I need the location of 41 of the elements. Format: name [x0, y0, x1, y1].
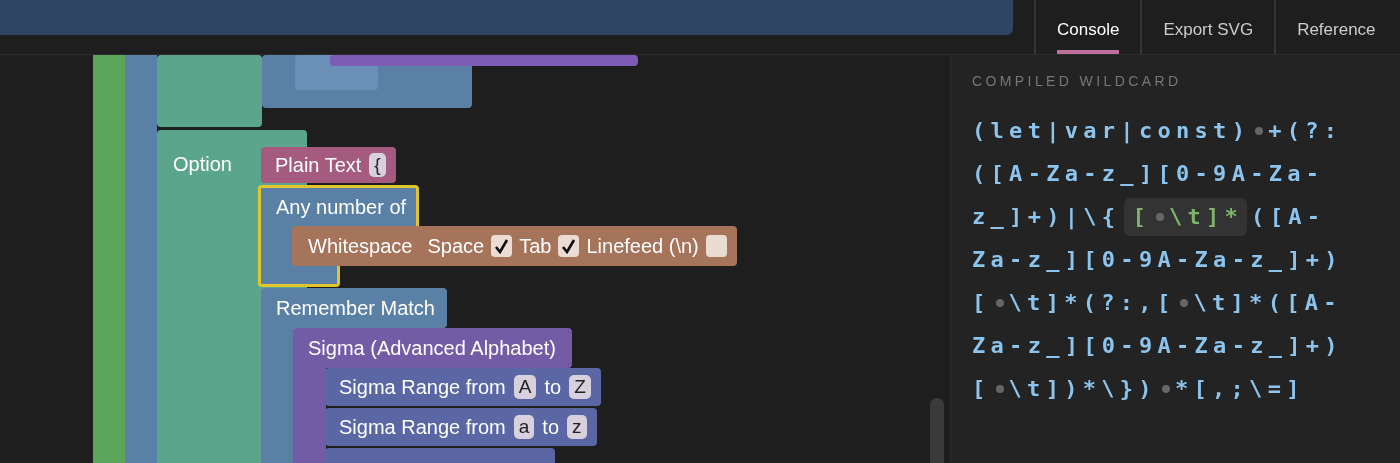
space-marker-icon — [1255, 126, 1264, 135]
space-marker-icon — [995, 298, 1004, 307]
option-label: Option — [172, 151, 232, 177]
text-field[interactable]: { — [369, 153, 386, 177]
code-text: *[,;\=] — [1174, 375, 1305, 403]
code-text: \t]*(?:,[ — [1008, 289, 1176, 317]
loop-block[interactable] — [93, 55, 125, 463]
panel-heading: COMPILED WILDCARD — [972, 73, 1183, 89]
code-text: z_]+)|\{ — [972, 203, 1121, 232]
code-text: Za-z_][0-9A-Za-z_]+) — [972, 246, 1343, 274]
space-marker-icon — [1161, 384, 1170, 393]
text-field[interactable]: A — [513, 375, 537, 399]
check-icon — [494, 238, 510, 254]
code-text: (let|var|const) — [972, 117, 1251, 146]
whitespace-block[interactable]: Whitespace Space Tab Linefeed (\n) — [292, 226, 737, 266]
code-text: \t]*([A- — [1193, 289, 1342, 317]
checkbox[interactable] — [558, 235, 580, 257]
text-field[interactable]: z — [567, 415, 587, 439]
text-field[interactable]: Z — [569, 375, 591, 399]
text-field[interactable]: a — [513, 415, 535, 439]
code-text: ([A- — [1251, 203, 1326, 231]
check-icon — [561, 238, 577, 254]
code-text: ([A-Za-z_][0-9A-Za- — [972, 160, 1325, 188]
code-text: [ — [972, 375, 991, 403]
highlighted-code: [ \t]* — [1124, 197, 1248, 236]
code-text: +(?: — [1268, 117, 1343, 145]
any-number-block[interactable]: Any number of — [258, 185, 420, 227]
sigma-range-block[interactable]: Sigma Range from a to z — [325, 408, 597, 446]
scrollbar[interactable] — [930, 398, 944, 463]
sigma-range-block[interactable]: Sigma Range from A to Z — [325, 368, 601, 406]
remember-match-block[interactable]: Remember Match — [261, 288, 447, 328]
plain-text-block[interactable]: Plain Text { — [261, 147, 396, 183]
checkbox[interactable] — [491, 235, 513, 257]
space-marker-icon — [1180, 298, 1189, 307]
space-marker-icon — [995, 384, 1004, 393]
code-text: [ — [972, 289, 991, 317]
code-text: \t])*\}) — [1008, 375, 1157, 403]
sigma-block[interactable]: Sigma (Advanced Alphabet) — [293, 328, 572, 368]
checkbox[interactable] — [705, 235, 727, 257]
code-text: Za-z_][0-9A-Za-z_]+) — [972, 332, 1343, 360]
statement-block[interactable] — [330, 55, 638, 66]
